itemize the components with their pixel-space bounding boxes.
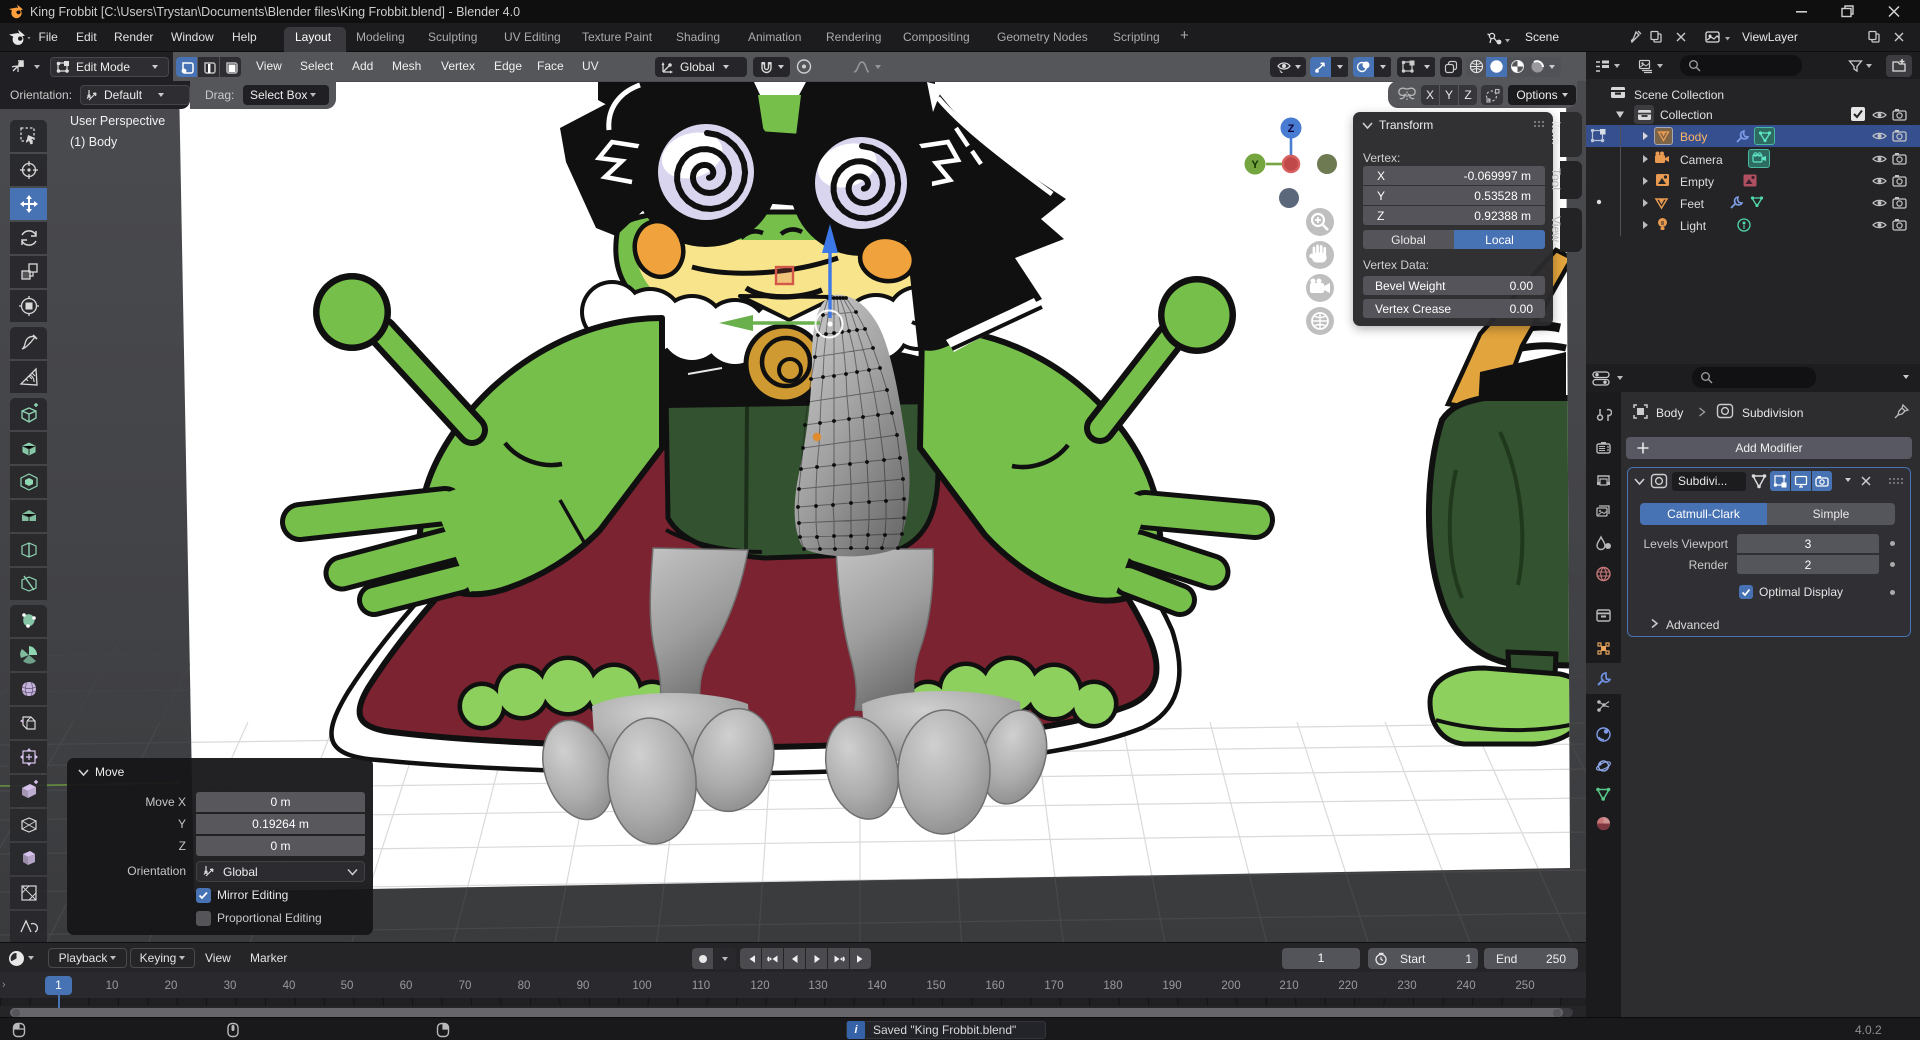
svg-text:Z: Z: [1288, 123, 1295, 135]
svg-text:(1) Body: (1) Body: [70, 135, 118, 149]
svg-text:Y: Y: [1251, 159, 1259, 171]
svg-text:User Perspective: User Perspective: [70, 114, 165, 128]
